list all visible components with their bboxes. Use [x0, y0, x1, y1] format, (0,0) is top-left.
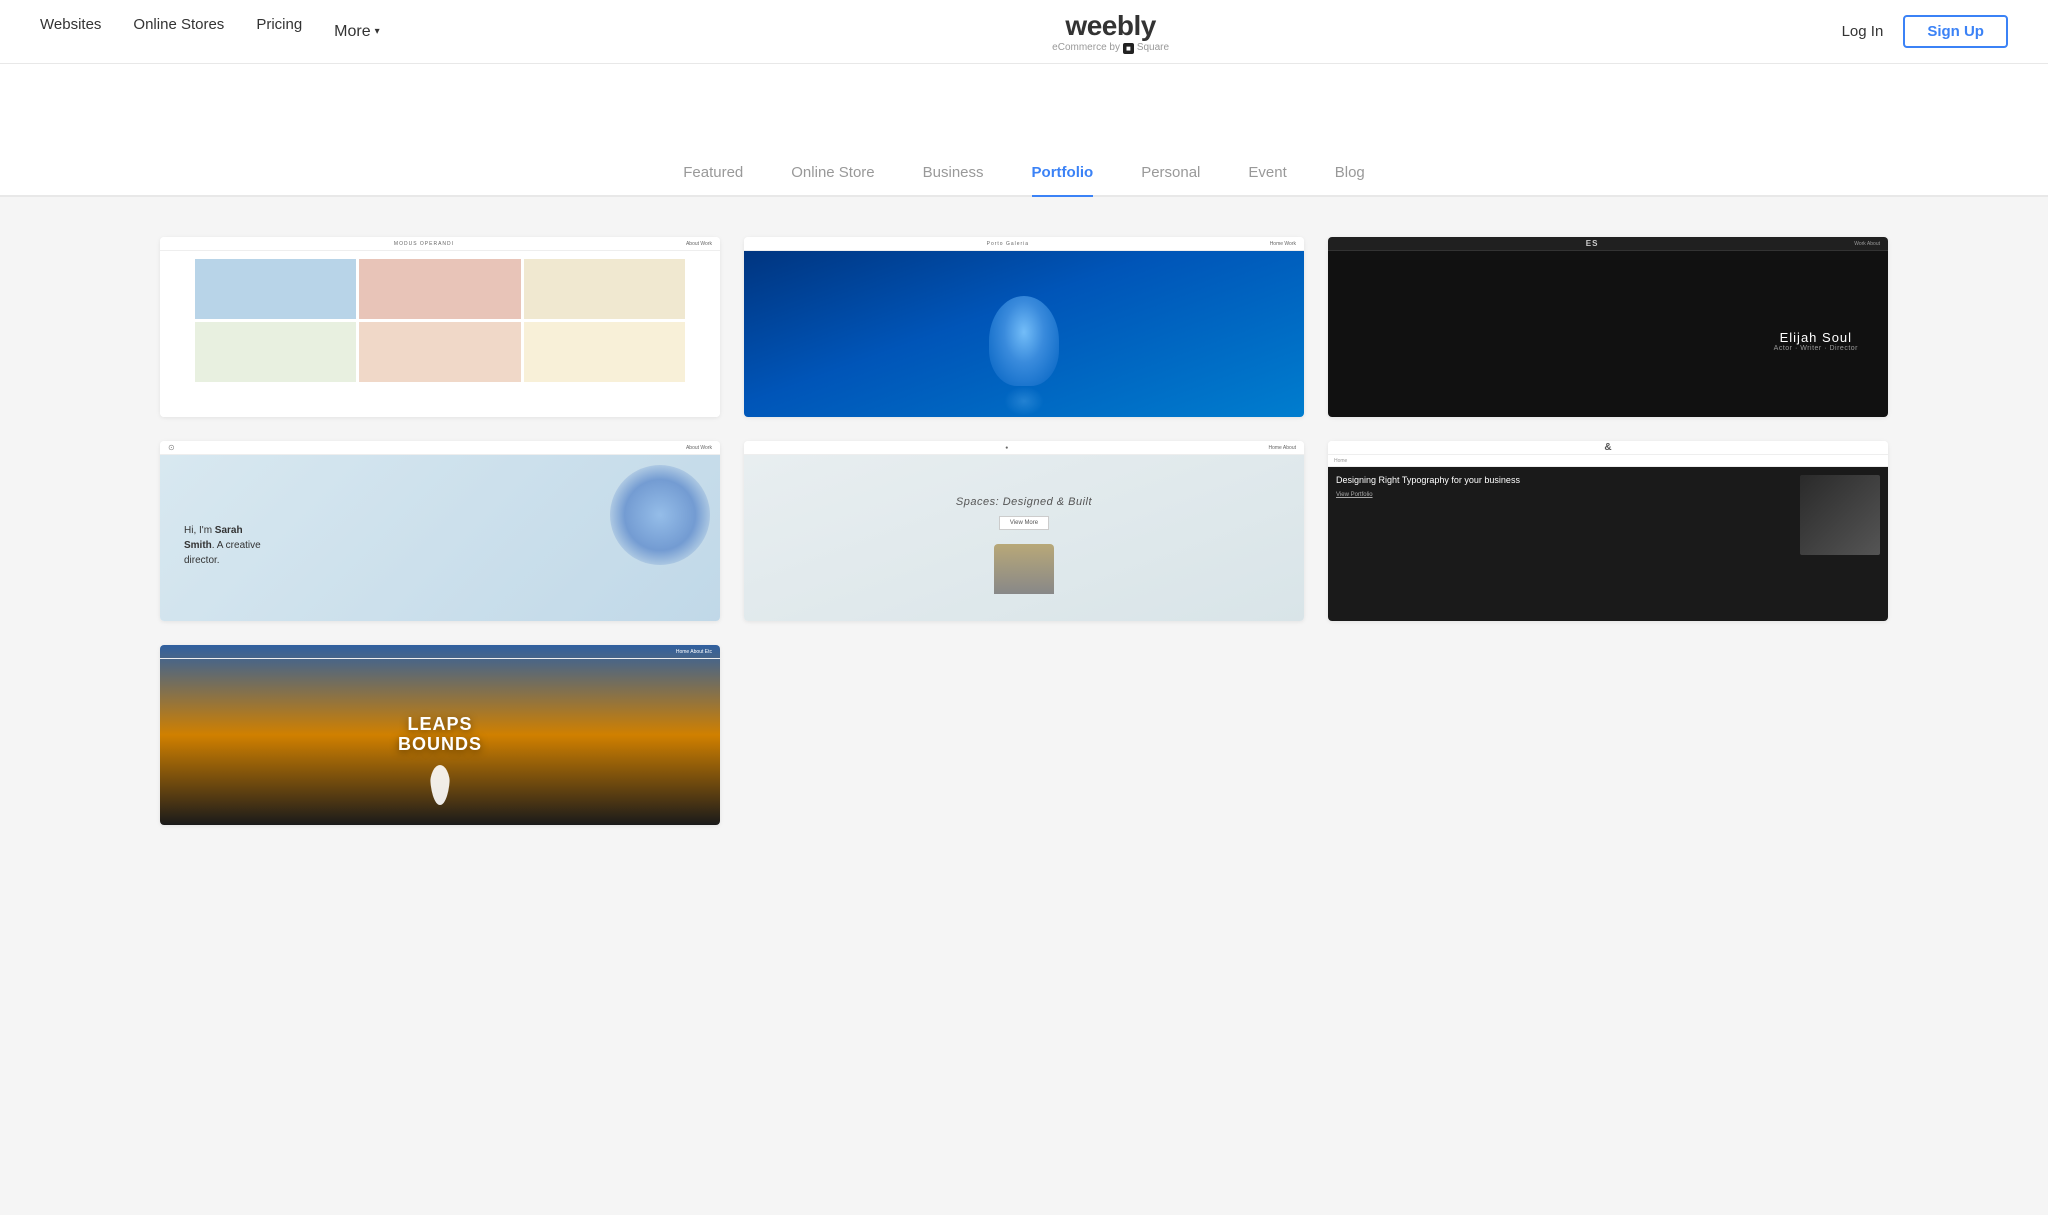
square-icon: ■: [1123, 43, 1134, 55]
nav-websites[interactable]: Websites: [40, 16, 101, 47]
sarah-text: Hi, I'm SarahSmith. A creativedirector.: [184, 523, 261, 568]
elijah-text: Elijah Soul Actor · Writer · Director: [1774, 330, 1858, 352]
spaces-nav: ● Home About: [744, 441, 1304, 455]
card-preview-elijah: ES Work About Elijah Soul Actor · Writer…: [1328, 237, 1888, 417]
theme-card-sarah-smith[interactable]: ⊙ About Work Hi, I'm SarahSmith. A creat…: [160, 441, 720, 621]
elijah-name: Elijah Soul: [1774, 330, 1858, 345]
typography-image: [1800, 475, 1880, 555]
modus-nav-title: MODUS OPERANDI: [168, 241, 680, 247]
theme-grid: MODUS OPERANDI About Work: [160, 237, 1888, 825]
modus-content: [160, 251, 720, 417]
typography-nav: &: [1328, 441, 1888, 455]
tab-portfolio[interactable]: Portfolio: [1032, 164, 1094, 195]
login-button[interactable]: Log In: [1842, 23, 1884, 40]
ampersand-symbol: &: [1604, 442, 1611, 453]
leaps-nav: Home About Etc: [160, 645, 720, 659]
tabs-section: Featured Online Store Business Portfolio…: [0, 144, 2048, 197]
photo-1: [195, 259, 356, 319]
tab-personal[interactable]: Personal: [1141, 164, 1200, 195]
photo-5: [359, 322, 520, 382]
tab-blog[interactable]: Blog: [1335, 164, 1365, 195]
porto-nav-title: Porto Galeria: [752, 241, 1264, 247]
theme-card-modus-operandi[interactable]: MODUS OPERANDI About Work: [160, 237, 720, 417]
leaps-line2: BOUNDS: [398, 735, 482, 755]
modus-photo-grid: [195, 259, 685, 382]
tab-event[interactable]: Event: [1248, 164, 1286, 195]
elijah-sub: Actor · Writer · Director: [1774, 345, 1858, 352]
sarah-content: Hi, I'm SarahSmith. A creativedirector.: [160, 455, 720, 621]
card-preview-sarah: ⊙ About Work Hi, I'm SarahSmith. A creat…: [160, 441, 720, 621]
sarah-nav: ⊙ About Work: [160, 441, 720, 455]
card-preview-porto: Porto Galeria Home Work: [744, 237, 1304, 417]
porto-nav: Porto Galeria Home Work: [744, 237, 1304, 251]
tab-business[interactable]: Business: [923, 164, 984, 195]
photo-4: [195, 322, 356, 382]
nav-pricing[interactable]: Pricing: [256, 16, 302, 47]
elijah-content: Elijah Soul Actor · Writer · Director: [1328, 251, 1888, 417]
theme-card-typography[interactable]: & Home Designing Right Typography for yo…: [1328, 441, 1888, 621]
photo-2: [359, 259, 520, 319]
theme-card-elijah-soul[interactable]: ES Work About Elijah Soul Actor · Writer…: [1328, 237, 1888, 417]
chevron-down-icon: ▾: [375, 26, 380, 37]
nav-actions: Log In Sign Up: [1842, 15, 2008, 48]
hero-band: [0, 64, 2048, 144]
theme-card-porto-galeria[interactable]: Porto Galeria Home Work: [744, 237, 1304, 417]
nav-more[interactable]: More ▾: [334, 23, 379, 41]
flower-illustration: [610, 465, 710, 565]
leaps-content: LEAPS BOUNDS: [160, 645, 720, 825]
typography-subnav: Home: [1328, 455, 1888, 467]
spaces-content: Spaces: Designed & Built View More: [744, 455, 1304, 621]
card-preview-modus: MODUS OPERANDI About Work: [160, 237, 720, 417]
typography-body: Designing Right Typography for your busi…: [1328, 467, 1888, 621]
tab-online-store[interactable]: Online Store: [791, 164, 874, 195]
brand-name: weebly: [1052, 9, 1169, 43]
card-preview-typography: & Home Designing Right Typography for yo…: [1328, 441, 1888, 621]
jellyfish-illustration: [989, 296, 1059, 386]
chair-illustration: [994, 544, 1054, 594]
elijah-nav-title: ES: [1336, 239, 1848, 248]
theme-card-leaps-bounds[interactable]: Home About Etc LEAPS BOUNDS: [160, 645, 720, 825]
card-preview-spaces: ● Home About Spaces: Designed & Built Vi…: [744, 441, 1304, 621]
photo-3: [524, 259, 685, 319]
typography-headline: Designing Right Typography for your busi…: [1336, 475, 1792, 487]
leaps-line1: LEAPS: [398, 715, 482, 735]
typography-text-block: Designing Right Typography for your busi…: [1336, 475, 1792, 500]
person-silhouette: [430, 765, 450, 805]
tabs: Featured Online Store Business Portfolio…: [0, 144, 2048, 197]
modus-nav: MODUS OPERANDI About Work: [160, 237, 720, 251]
nav-online-stores[interactable]: Online Stores: [133, 16, 224, 47]
typography-view-more: View Portfolio: [1336, 491, 1792, 500]
theme-grid-section: MODUS OPERANDI About Work: [0, 197, 2048, 885]
theme-card-spaces[interactable]: ● Home About Spaces: Designed & Built Vi…: [744, 441, 1304, 621]
spaces-title: Spaces: Designed & Built: [956, 496, 1092, 508]
spaces-button: View More: [999, 516, 1049, 530]
typography-content: & Home Designing Right Typography for yo…: [1328, 441, 1888, 621]
nav-links: Websites Online Stores Pricing More ▾: [40, 16, 380, 47]
card-preview-leaps: Home About Etc LEAPS BOUNDS: [160, 645, 720, 825]
brand-tagline: eCommerce by ■ Square: [1052, 42, 1169, 54]
signup-button[interactable]: Sign Up: [1903, 15, 2008, 48]
tab-featured[interactable]: Featured: [683, 164, 743, 195]
nav-more-label: More: [334, 23, 370, 41]
porto-content: [744, 251, 1304, 417]
photo-6: [524, 322, 685, 382]
elijah-nav: ES Work About: [1328, 237, 1888, 251]
navbar: Websites Online Stores Pricing More ▾ we…: [0, 0, 2048, 64]
leaps-text: LEAPS BOUNDS: [398, 715, 482, 755]
logo[interactable]: weebly eCommerce by ■ Square: [1052, 9, 1169, 55]
